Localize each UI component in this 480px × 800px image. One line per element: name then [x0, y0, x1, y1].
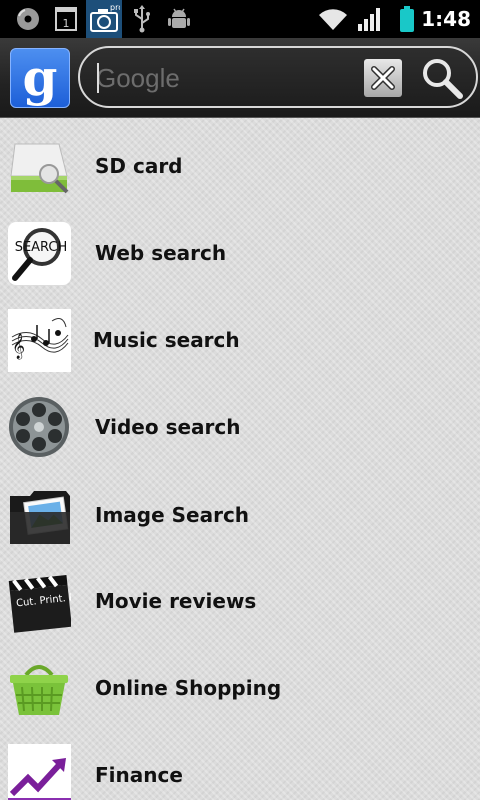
- list-item-sd-card[interactable]: SD card: [0, 123, 480, 210]
- svg-text:pro: pro: [110, 3, 120, 12]
- list-item-label: Image Search: [95, 503, 250, 527]
- clear-button[interactable]: [364, 59, 402, 97]
- list-item-label: Music search: [93, 328, 240, 352]
- search-input[interactable]: [96, 58, 361, 98]
- music-search-icon: 𝄞: [8, 309, 71, 372]
- camera-pro-icon: pro: [86, 0, 122, 38]
- list-item-web-search[interactable]: SEARCH Web search: [0, 210, 480, 297]
- search-word-text: SEARCH: [15, 240, 68, 255]
- battery-icon: [396, 0, 418, 38]
- video-search-icon: [8, 396, 71, 459]
- list-item-music-search[interactable]: 𝄞 Music search: [0, 297, 480, 384]
- list-item-image-search[interactable]: Image Search: [0, 472, 480, 559]
- android-debug-icon: [166, 0, 192, 38]
- svg-text:𝄞: 𝄞: [12, 333, 25, 359]
- search-button[interactable]: [418, 54, 466, 102]
- image-search-icon: [8, 484, 71, 547]
- list-item-finance[interactable]: Finance: [0, 732, 480, 800]
- magnifier-icon: [423, 59, 463, 99]
- finance-icon: [8, 744, 71, 800]
- list-item-label: Finance: [95, 763, 183, 787]
- list-item-video-search[interactable]: Video search: [0, 384, 480, 471]
- cd-icon: [12, 0, 44, 38]
- list-item-label: Web search: [95, 241, 227, 265]
- close-icon: [371, 66, 395, 90]
- list-item-online-shopping[interactable]: Online Shopping: [0, 645, 480, 732]
- movie-reviews-icon: Cut. Print. Review.: [8, 570, 71, 633]
- signal-icon: [356, 0, 384, 38]
- sd-card-icon: [8, 135, 71, 198]
- status-bar: 1 pro 1:48: [0, 0, 480, 38]
- list-item-label: Online Shopping: [95, 676, 282, 700]
- wifi-icon: [316, 0, 350, 38]
- google-logo-button[interactable]: g: [10, 48, 70, 108]
- list-item-label: Video search: [95, 415, 241, 439]
- list-item-label: SD card: [95, 154, 183, 178]
- search-header: g: [0, 38, 480, 118]
- status-clock: 1:48: [421, 7, 471, 31]
- usb-icon: [130, 0, 154, 38]
- screen-icon: 1: [52, 0, 80, 38]
- search-box: [78, 46, 478, 108]
- list-item-movie-reviews[interactable]: Cut. Print. Review. Movie reviews: [0, 558, 480, 645]
- text-caret: [97, 63, 99, 93]
- svg-text:1: 1: [63, 17, 70, 30]
- search-type-list: SD card SEARCH Web search 𝄞 Music search…: [0, 119, 480, 800]
- web-search-icon: SEARCH: [8, 222, 71, 285]
- list-item-label: Movie reviews: [95, 589, 257, 613]
- google-logo-letter: g: [22, 48, 58, 107]
- online-shopping-icon: [8, 657, 71, 720]
